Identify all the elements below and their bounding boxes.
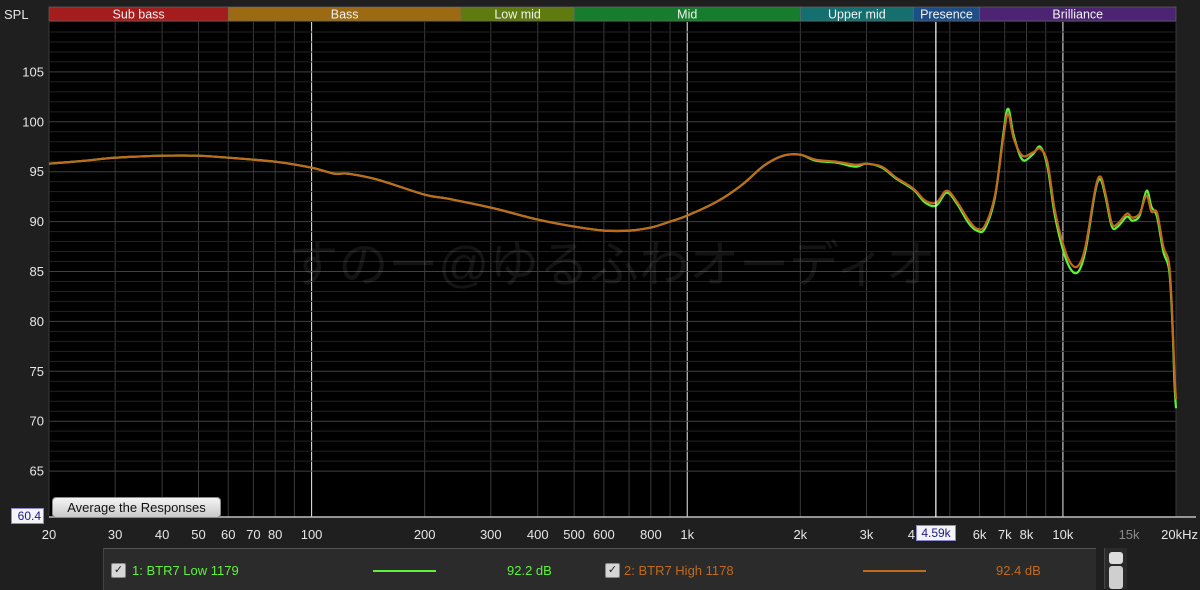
legend-entry-2[interactable]: ✓ 2: BTR7 High 1178 92.4 dB bbox=[604, 561, 1084, 581]
band-label: Upper mid bbox=[828, 8, 886, 22]
series-1-line-swatch bbox=[373, 570, 436, 572]
x-tick-label: 50 bbox=[191, 527, 205, 542]
series-1-average: 92.2 dB bbox=[507, 563, 552, 578]
series-2-line-swatch bbox=[863, 570, 926, 572]
series-2-checkbox[interactable]: ✓ bbox=[605, 563, 620, 578]
y-tick-label: 70 bbox=[30, 414, 44, 429]
x-tick-label: 800 bbox=[640, 527, 662, 542]
x-tick-label: 30 bbox=[108, 527, 122, 542]
y-tick-label: 80 bbox=[30, 314, 44, 329]
band-label: Low mid bbox=[494, 8, 541, 22]
x-tick-label: 15k bbox=[1119, 527, 1140, 542]
series-1-name: 1: BTR7 Low 1179 bbox=[132, 563, 239, 578]
legend-scrollbar[interactable] bbox=[1104, 548, 1127, 589]
x-tick-label: 2k bbox=[793, 527, 807, 542]
band-label: Bass bbox=[331, 8, 359, 22]
x-tick-label: 600 bbox=[593, 527, 615, 542]
y-tick-label: 65 bbox=[30, 464, 44, 479]
legend-entry-1[interactable]: ✓ 1: BTR7 Low 1179 92.2 dB bbox=[110, 561, 590, 581]
scroll-up-arrow-icon[interactable] bbox=[1109, 552, 1123, 564]
x-tick-label: 400 bbox=[527, 527, 549, 542]
watermark: すのー@ゆるふわオーディオ bbox=[288, 237, 935, 293]
band-label: Brilliance bbox=[1052, 8, 1103, 22]
x-tick-label: 70 bbox=[246, 527, 260, 542]
frequency-response-app: Sub bass Bass Low mid Mid Upper mid Presence B… bbox=[0, 0, 1200, 590]
x-tick-label: 7k bbox=[998, 527, 1012, 542]
cursor-frequency-readout[interactable]: 4.59k bbox=[916, 525, 956, 541]
x-tick-label: 3k bbox=[860, 527, 874, 542]
series-2-average: 92.4 dB bbox=[996, 563, 1041, 578]
y-tick-label: 105 bbox=[22, 64, 44, 79]
band-label: Mid bbox=[677, 8, 697, 22]
x-tick-label: 4 bbox=[908, 527, 915, 542]
x-tick-label: 20 bbox=[42, 527, 56, 542]
x-tick-label: 20kHz bbox=[1161, 527, 1198, 542]
band-label: Sub bass bbox=[113, 8, 165, 22]
y-tick-label: 85 bbox=[30, 264, 44, 279]
x-tick-label: 10k bbox=[1052, 527, 1073, 542]
x-tick-label: 200 bbox=[414, 527, 436, 542]
average-responses-button[interactable]: Average the Responses bbox=[52, 497, 221, 518]
y-tick-label: 95 bbox=[30, 164, 44, 179]
series-2-name: 2: BTR7 High 1178 bbox=[624, 563, 734, 578]
series-1-checkbox[interactable]: ✓ bbox=[111, 563, 126, 578]
x-tick-label: 6k bbox=[973, 527, 987, 542]
x-tick-label: 500 bbox=[563, 527, 585, 542]
x-tick-label: 8k bbox=[1020, 527, 1034, 542]
frequency-response-chart[interactable]: Sub bass Bass Low mid Mid Upper mid Presence B… bbox=[0, 0, 1200, 548]
frequency-band-bar: Sub bass Bass Low mid Mid Upper mid Presence B… bbox=[48, 6, 1177, 22]
band-label: Presence bbox=[920, 8, 973, 22]
y-tick-label: 90 bbox=[30, 214, 44, 229]
y-tick-label: 75 bbox=[30, 364, 44, 379]
scroll-thumb[interactable] bbox=[1109, 566, 1123, 589]
y-tick-label: 100 bbox=[22, 114, 44, 129]
x-tick-label: 40 bbox=[155, 527, 169, 542]
spl-label: SPL bbox=[4, 7, 29, 22]
x-tick-label: 300 bbox=[480, 527, 502, 542]
x-tick-label: 1k bbox=[680, 527, 694, 542]
x-tick-label: 80 bbox=[268, 527, 282, 542]
x-tick-label: 100 bbox=[301, 527, 323, 542]
y-min-input[interactable]: 60.4 bbox=[11, 508, 44, 524]
legend-panel: ✓ 1: BTR7 Low 1179 92.2 dB ✓ 2: BTR7 Hig… bbox=[103, 548, 1096, 590]
x-tick-label: 60 bbox=[221, 527, 235, 542]
